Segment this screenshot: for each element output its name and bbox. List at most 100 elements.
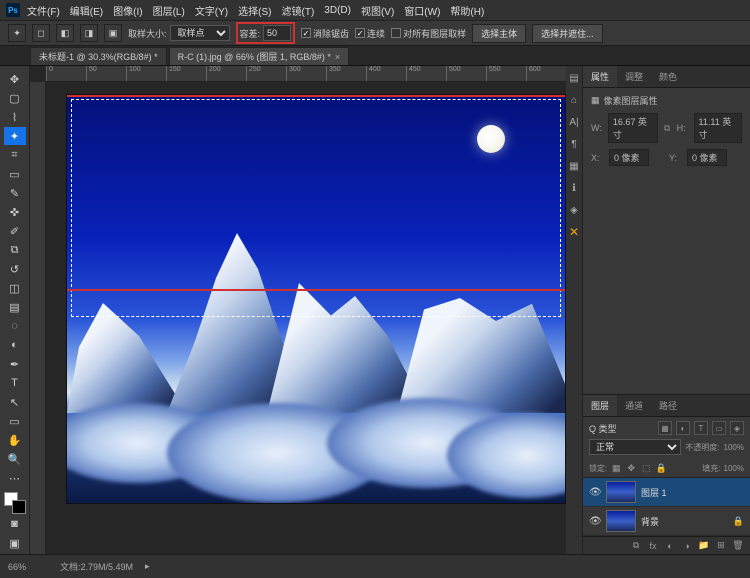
frame-tool[interactable]: ▭: [4, 165, 26, 183]
menu-window[interactable]: 窗口(W): [401, 1, 443, 20]
y-value[interactable]: 0 像素: [687, 149, 727, 166]
edit-toolbar[interactable]: ⋯: [4, 469, 26, 487]
history-icon[interactable]: ▤: [568, 72, 580, 84]
color-swatch[interactable]: [4, 492, 26, 514]
lock-pixels-icon[interactable]: ▦: [610, 462, 622, 474]
tab-channels[interactable]: 通道: [617, 395, 651, 416]
gradient-tool[interactable]: ▤: [4, 298, 26, 316]
contiguous-checkbox[interactable]: ✓: [355, 28, 365, 38]
tool-preset-icon[interactable]: ✦: [8, 24, 26, 42]
menu-filter[interactable]: 滤镜(T): [279, 1, 318, 20]
mask-icon[interactable]: ◐: [664, 541, 676, 551]
menu-type[interactable]: 文字(Y): [192, 1, 231, 20]
char-icon[interactable]: A|: [568, 116, 580, 128]
visibility-icon[interactable]: 👁: [589, 487, 601, 498]
quickmask-tool[interactable]: ◙: [4, 515, 26, 533]
link-layers-icon[interactable]: ⧉: [630, 540, 642, 551]
lasso-tool[interactable]: ⌇: [4, 108, 26, 126]
select-mask-button[interactable]: 选择并遮住...: [532, 24, 603, 43]
hand-tool[interactable]: ✋: [4, 431, 26, 449]
move-tool[interactable]: ✥: [4, 70, 26, 88]
path-tool[interactable]: ↖: [4, 393, 26, 411]
layer-name[interactable]: 图层 1: [641, 486, 667, 499]
all-layers-checkbox[interactable]: [391, 28, 401, 38]
opacity-value[interactable]: 100%: [724, 443, 744, 452]
document-tab-1[interactable]: 未标题-1 @ 30.3%(RGB/8#) *: [30, 47, 167, 65]
history-brush-tool[interactable]: ↺: [4, 260, 26, 278]
delete-icon[interactable]: 🗑: [732, 540, 744, 551]
tab-color[interactable]: 颜色: [651, 66, 685, 87]
selection-add-icon[interactable]: ◧: [56, 24, 74, 42]
brushes-icon[interactable]: ⌂: [568, 94, 580, 106]
layer-name[interactable]: 背景: [641, 515, 659, 528]
x-value[interactable]: 0 像素: [609, 149, 649, 166]
layer-thumbnail[interactable]: [606, 481, 636, 503]
menu-file[interactable]: 文件(F): [24, 1, 63, 20]
status-arrow-icon[interactable]: ▸: [145, 561, 150, 572]
lock-position-icon[interactable]: ✥: [625, 462, 637, 474]
selection-intersect-icon[interactable]: ▣: [104, 24, 122, 42]
para-icon[interactable]: ¶: [568, 138, 580, 150]
visibility-icon[interactable]: 👁: [589, 516, 601, 527]
layer-row[interactable]: 👁 图层 1: [583, 478, 750, 507]
menu-image[interactable]: 图像(I): [110, 1, 145, 20]
blend-mode-select[interactable]: 正常: [589, 439, 681, 455]
nav-icon[interactable]: ◈: [568, 204, 580, 216]
shape-tool[interactable]: ▭: [4, 412, 26, 430]
menu-3d[interactable]: 3D(D): [321, 3, 354, 18]
crop-tool[interactable]: ⌗: [4, 146, 26, 164]
selection-subtract-icon[interactable]: ◨: [80, 24, 98, 42]
document-tab-2[interactable]: R-C (1).jpg @ 66% (图层 1, RGB/8#) *×: [169, 47, 349, 65]
stamp-tool[interactable]: ⧉: [4, 241, 26, 259]
tab-properties[interactable]: 属性: [583, 66, 617, 87]
pen-tool[interactable]: ✒: [4, 355, 26, 373]
eyedropper-tool[interactable]: ✎: [4, 184, 26, 202]
canvas-area[interactable]: 0501001502002503003504004505005506006507…: [30, 66, 566, 554]
eraser-tool[interactable]: ◫: [4, 279, 26, 297]
blur-tool[interactable]: ◌: [4, 317, 26, 335]
document-canvas[interactable]: [66, 94, 566, 504]
group-icon[interactable]: 📁: [698, 540, 710, 551]
filter-pixel-icon[interactable]: ▦: [658, 421, 672, 435]
filter-type-icon[interactable]: T: [694, 421, 708, 435]
filter-smart-icon[interactable]: ◈: [730, 421, 744, 435]
tab-adjustments[interactable]: 调整: [617, 66, 651, 87]
lock-all-icon[interactable]: 🔒: [655, 462, 667, 474]
filter-adjust-icon[interactable]: ◐: [676, 421, 690, 435]
height-value[interactable]: 11.11 英寸: [694, 113, 742, 143]
link-icon[interactable]: ⧉: [662, 122, 673, 134]
antialias-checkbox[interactable]: ✓: [301, 28, 311, 38]
sample-size-select[interactable]: 取样点: [170, 25, 230, 41]
close-dock-icon[interactable]: ✕: [568, 226, 580, 238]
tab-layers[interactable]: 图层: [583, 395, 617, 416]
layer-row[interactable]: 👁 背景 🔒: [583, 507, 750, 536]
select-subject-button[interactable]: 选择主体: [472, 24, 526, 43]
width-value[interactable]: 16.67 英寸: [608, 113, 658, 143]
swatches-icon[interactable]: ▦: [568, 160, 580, 172]
close-icon[interactable]: ×: [335, 52, 340, 62]
menu-help[interactable]: 帮助(H): [447, 1, 487, 20]
menu-edit[interactable]: 编辑(E): [67, 1, 106, 20]
filter-shape-icon[interactable]: ▭: [712, 421, 726, 435]
new-layer-icon[interactable]: ⊞: [715, 540, 727, 551]
dodge-tool[interactable]: ◐: [4, 336, 26, 354]
fx-icon[interactable]: fx: [647, 541, 659, 551]
menu-view[interactable]: 视图(V): [358, 1, 397, 20]
selection-new-icon[interactable]: ◻: [32, 24, 50, 42]
healing-tool[interactable]: ✜: [4, 203, 26, 221]
type-tool[interactable]: T: [4, 374, 26, 392]
menu-select[interactable]: 选择(S): [235, 1, 274, 20]
brush-tool[interactable]: ✐: [4, 222, 26, 240]
screenmode-tool[interactable]: ▣: [4, 534, 26, 552]
tab-paths[interactable]: 路径: [651, 395, 685, 416]
info-icon[interactable]: ℹ: [568, 182, 580, 194]
tolerance-input[interactable]: [263, 25, 291, 41]
magic-wand-tool[interactable]: ✦: [4, 127, 26, 145]
layer-thumbnail[interactable]: [606, 510, 636, 532]
marquee-tool[interactable]: ▢: [4, 89, 26, 107]
adjustment-icon[interactable]: ◑: [681, 541, 693, 551]
lock-artboard-icon[interactable]: ⬚: [640, 462, 652, 474]
fill-value[interactable]: 100%: [724, 464, 744, 473]
zoom-value[interactable]: 66%: [8, 562, 48, 572]
zoom-tool[interactable]: 🔍: [4, 450, 26, 468]
